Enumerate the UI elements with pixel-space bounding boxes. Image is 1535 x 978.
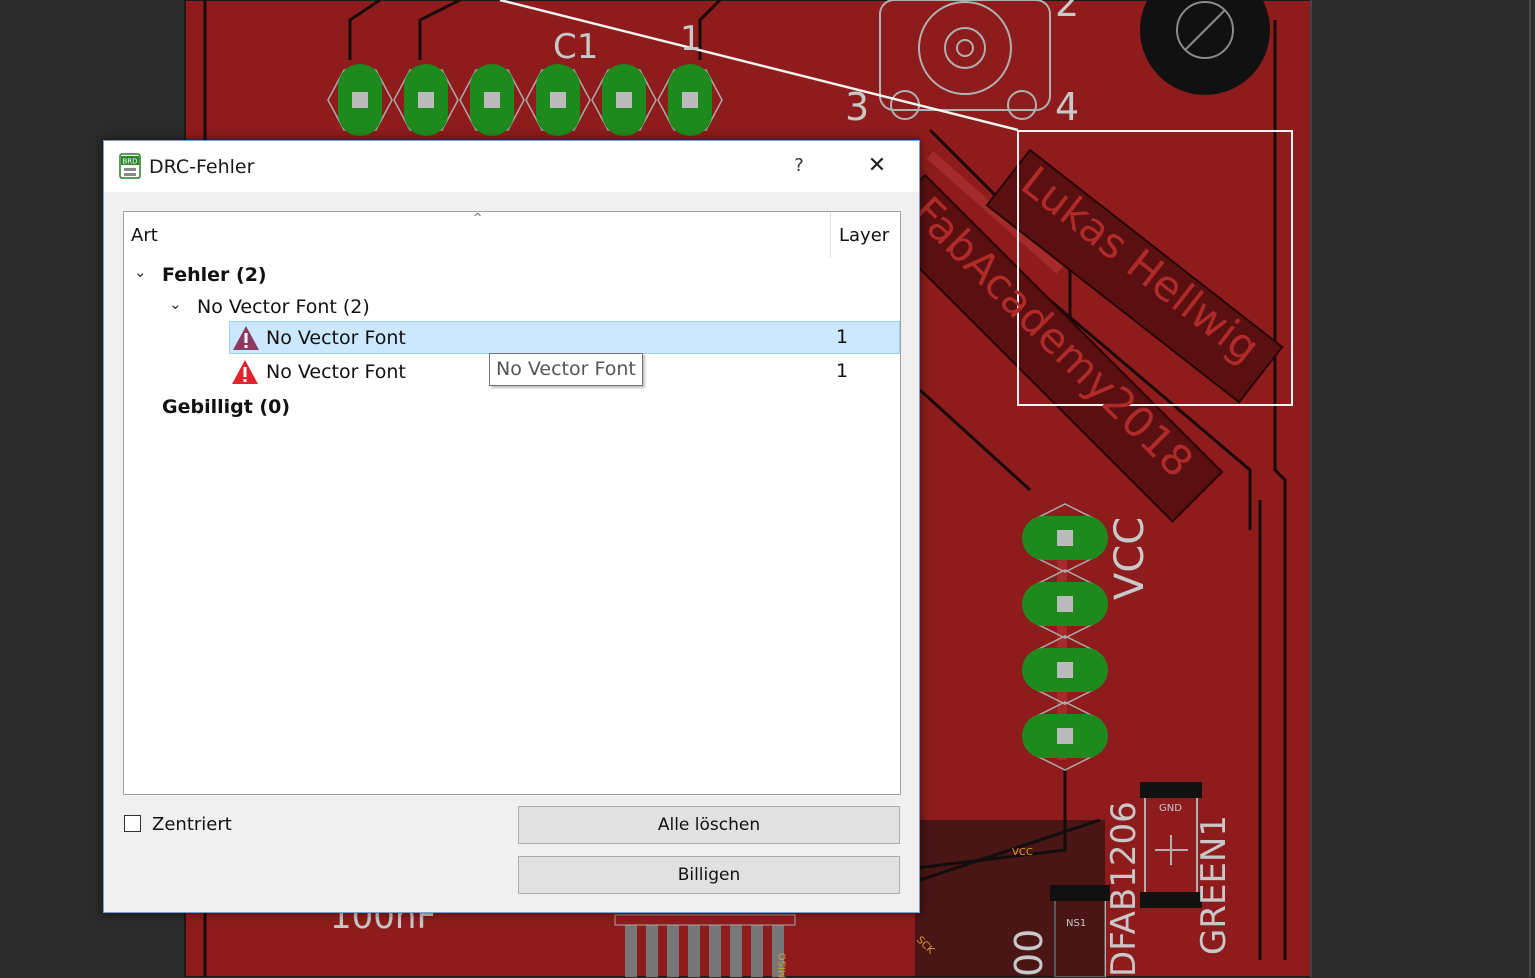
silk-label-pin2: 2 [1055, 0, 1080, 25]
close-button[interactable]: ✕ [859, 151, 895, 181]
column-header-art[interactable]: Art ^ [124, 211, 831, 258]
dialog-titlebar[interactable]: BRD DRC-Fehler ? ✕ [104, 141, 919, 192]
pad-label-gnd: GND [1159, 803, 1182, 814]
tree-item-error-selected[interactable]: No Vector Font 1 [229, 321, 900, 354]
silk-label-pin1: 1 [680, 19, 702, 59]
tree-group-gebilligt[interactable]: Gebilligt (0) [124, 391, 900, 423]
tooltip: No Vector Font [489, 353, 643, 386]
tree-group-no-vector-font-label: No Vector Font (2) [197, 296, 370, 318]
silk-label-pin4: 4 [1055, 85, 1080, 129]
tree-item-error-layer: 1 [836, 360, 849, 382]
brd-board-icon: BRD [119, 153, 141, 179]
drc-error-tree[interactable]: Art ^ Layer ⌄ Fehler (2) ⌄ No Vector Fon… [123, 211, 901, 795]
tree-group-no-vector-font[interactable]: ⌄ No Vector Font (2) [124, 291, 900, 323]
tree-group-gebilligt-label: Gebilligt (0) [162, 396, 291, 418]
sort-ascending-icon: ^ [473, 211, 483, 224]
silk-label-00: 00 [1007, 928, 1051, 977]
tree-item-error-layer: 1 [836, 326, 849, 348]
delete-all-button[interactable]: Alle löschen [518, 806, 900, 844]
column-header-layer-label: Layer [839, 225, 890, 246]
silk-label-pin3: 3 [845, 85, 870, 129]
net-label-vcc: VCC [1012, 847, 1033, 858]
svg-text:BRD: BRD [122, 158, 137, 166]
pad-label-ns1: NS1 [1066, 918, 1087, 929]
silk-label-green1: GREEN1 [1194, 814, 1234, 955]
dialog-title: DRC-Fehler [149, 156, 255, 178]
drc-errors-dialog: BRD DRC-Fehler ? ✕ Art ^ Layer ⌄ Fehler … [103, 140, 920, 913]
silk-label-vcc: VCC [1107, 516, 1153, 600]
silk-label-c1: C1 [553, 27, 599, 67]
chevron-down-icon[interactable]: ⌄ [169, 295, 182, 313]
column-header-art-label: Art [131, 225, 158, 246]
help-button[interactable]: ? [784, 151, 814, 181]
tree-group-fehler-label: Fehler (2) [162, 264, 267, 286]
column-header-layer[interactable]: Layer [832, 212, 900, 258]
centered-checkbox[interactable] [124, 815, 141, 832]
tree-group-fehler[interactable]: ⌄ Fehler (2) [124, 259, 900, 291]
silk-label-dfab1206: DFAB1206 [1104, 801, 1144, 977]
warning-triangle-icon [232, 360, 258, 384]
centered-checkbox-label[interactable]: Zentriert [152, 814, 232, 835]
tree-item-error-label: No Vector Font [266, 327, 406, 349]
approve-button[interactable]: Billigen [518, 856, 900, 894]
tree-item-error-label: No Vector Font [266, 361, 406, 383]
net-label-miso: MISO [777, 952, 789, 978]
chevron-down-icon[interactable]: ⌄ [134, 263, 147, 281]
warning-triangle-icon [233, 326, 259, 350]
